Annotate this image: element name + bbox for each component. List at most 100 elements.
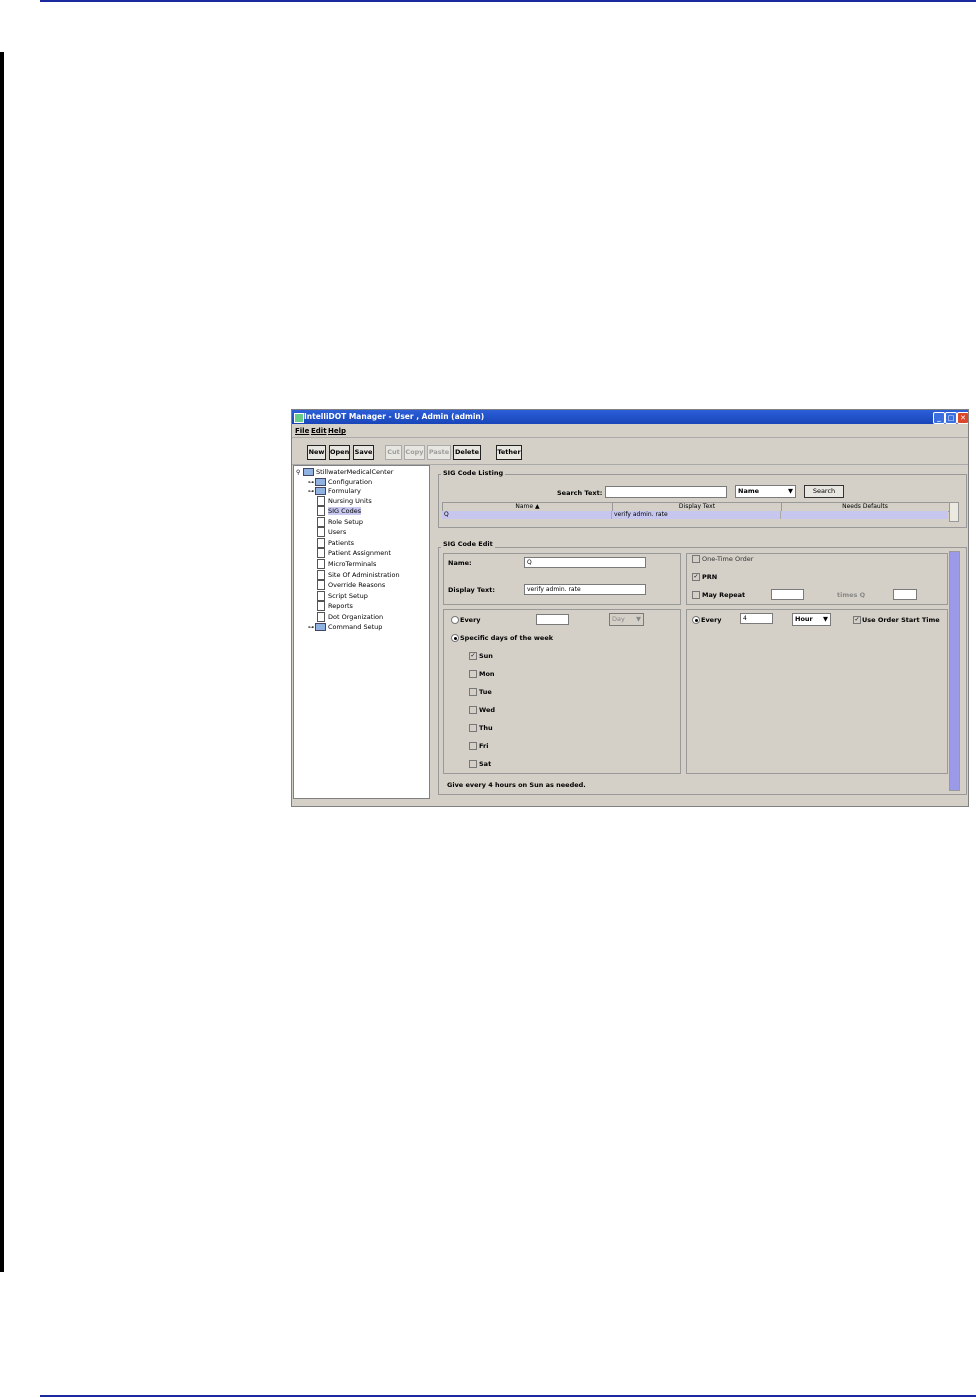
search-input[interactable] (605, 486, 727, 498)
expand-handle-icon: ⊶ (308, 488, 314, 495)
tree-item-formulary[interactable]: ⊶ Formulary (308, 486, 361, 496)
chevron-down-icon: ▼ (636, 615, 641, 623)
tree-item-nursing-units[interactable]: Nursing Units (317, 496, 372, 506)
every-day-radio[interactable] (451, 616, 459, 624)
sig-code-listing-panel (438, 474, 967, 528)
tree-item-site-of-administration[interactable]: Site Of Administration (317, 570, 400, 580)
search-by-select[interactable]: Name ▼ (735, 485, 796, 498)
expand-handle-icon: ⊶ (308, 624, 314, 631)
table-row[interactable]: Q verify admin. rate (442, 511, 948, 519)
sig-summary-text: Give every 4 hours on Sun as needed. (447, 781, 586, 789)
listing-scrollbar[interactable] (949, 502, 959, 522)
document-icon (317, 548, 325, 558)
listing-title: SIG Code Listing (441, 469, 506, 477)
document-icon (317, 570, 325, 580)
toolbar: New Open Save Cut Copy Paste Delete Teth… (292, 439, 968, 465)
column-header-name[interactable]: Name ▲ (443, 503, 613, 511)
wed-checkbox[interactable] (469, 706, 477, 714)
wed-label: Wed (479, 706, 495, 714)
tree-item-patients[interactable]: Patients (317, 538, 354, 548)
hour-schedule-section (686, 609, 948, 774)
change-bar (0, 52, 4, 1272)
document-icon (317, 506, 325, 516)
name-field[interactable]: Q (524, 557, 646, 568)
tree-item-patient-assignment[interactable]: Patient Assignment (317, 548, 391, 558)
may-repeat-checkbox[interactable] (692, 591, 700, 599)
menu-edit[interactable]: Edit (311, 427, 327, 435)
bottom-rule (40, 1395, 976, 1397)
row-name-cell: Q (442, 511, 612, 519)
display-text-field[interactable]: verify admin. rate (524, 584, 646, 595)
document-icon (317, 538, 325, 548)
tree-item-override-reasons[interactable]: Override Reasons (317, 580, 385, 590)
tree-handle-icon: ⚲ (296, 469, 301, 476)
document-icon (317, 601, 325, 611)
row-needs-defaults-cell (781, 511, 947, 519)
specific-days-radio[interactable] (451, 634, 459, 642)
document-icon (317, 580, 325, 590)
delete-button[interactable]: Delete (453, 445, 481, 460)
every-day-label: Every (460, 616, 481, 624)
minimize-button[interactable]: _ (933, 412, 945, 424)
sat-checkbox[interactable] (469, 760, 477, 768)
every-hour-interval-field[interactable]: 4 (740, 613, 773, 624)
menu-file[interactable]: File (295, 427, 309, 435)
title-bar[interactable]: IntelliDOT Manager - User , Admin (admin… (292, 410, 968, 424)
document-icon (317, 612, 325, 622)
save-button[interactable]: Save (353, 445, 374, 460)
sun-checkbox[interactable]: ✓ (469, 652, 477, 660)
every-hour-radio[interactable] (692, 616, 700, 624)
tree-item-reports[interactable]: Reports (317, 601, 353, 611)
search-button[interactable]: Search (804, 485, 844, 498)
new-button[interactable]: New (307, 445, 326, 460)
thu-checkbox[interactable] (469, 724, 477, 732)
fri-label: Fri (479, 742, 489, 750)
tree-item-sig-codes[interactable]: SIG Codes (317, 506, 362, 516)
maximize-button[interactable]: □ (945, 412, 957, 424)
use-order-start-time-label: Use Order Start Time (862, 616, 940, 624)
document-icon (317, 559, 325, 569)
specific-days-label: Specific days of the week (460, 634, 554, 642)
copy-button[interactable]: Copy (404, 445, 425, 460)
folder-icon (303, 468, 314, 476)
prn-checkbox[interactable]: ✓ (692, 573, 700, 581)
open-button[interactable]: Open (329, 445, 350, 460)
one-time-order-checkbox[interactable] (692, 555, 700, 563)
tree-item-script-setup[interactable]: Script Setup (317, 591, 368, 601)
tree-root[interactable]: ⚲ StillwaterMedicalCenter (296, 467, 393, 477)
name-label: Name: (448, 559, 472, 567)
tree-item-microterminals[interactable]: MicroTerminals (317, 559, 376, 569)
tree-item-role-setup[interactable]: Role Setup (317, 517, 363, 527)
every-day-interval-field[interactable] (536, 614, 569, 625)
tue-checkbox[interactable] (469, 688, 477, 696)
tether-button[interactable]: Tether (496, 445, 522, 460)
mon-checkbox[interactable] (469, 670, 477, 678)
prn-label: PRN (702, 573, 718, 581)
folder-icon (315, 478, 326, 486)
document-icon (317, 496, 325, 506)
may-repeat-count-field[interactable] (771, 589, 804, 600)
edit-scrollbar[interactable] (949, 551, 960, 791)
fri-checkbox[interactable] (469, 742, 477, 750)
times-q-field[interactable] (893, 589, 917, 600)
document-icon (317, 527, 325, 537)
split-pane-divider[interactable] (430, 465, 435, 797)
window-title: IntelliDOT Manager - User , Admin (admin… (304, 412, 485, 421)
close-button[interactable]: ✕ (957, 412, 968, 424)
menu-help[interactable]: Help (328, 427, 346, 435)
tree-item-users[interactable]: Users (317, 527, 346, 537)
cut-button[interactable]: Cut (385, 445, 402, 460)
paste-button[interactable]: Paste (427, 445, 451, 460)
may-repeat-label: May Repeat (702, 591, 746, 599)
tree-item-dot-organization[interactable]: Dot Organization (317, 612, 383, 622)
column-header-display-text[interactable]: Display Text (613, 503, 782, 511)
use-order-start-time-checkbox[interactable]: ✓ (853, 616, 861, 624)
display-text-label: Display Text: (448, 586, 495, 594)
day-unit-select[interactable]: Day ▼ (609, 613, 644, 626)
tree-item-command-setup[interactable]: ⊶ Command Setup (308, 622, 382, 632)
app-icon (294, 413, 304, 423)
hour-unit-select[interactable]: Hour ▼ (792, 613, 831, 626)
column-header-needs-defaults[interactable]: Needs Defaults (782, 503, 948, 511)
app-window: IntelliDOT Manager - User , Admin (admin… (291, 409, 969, 807)
folder-icon (315, 623, 326, 631)
